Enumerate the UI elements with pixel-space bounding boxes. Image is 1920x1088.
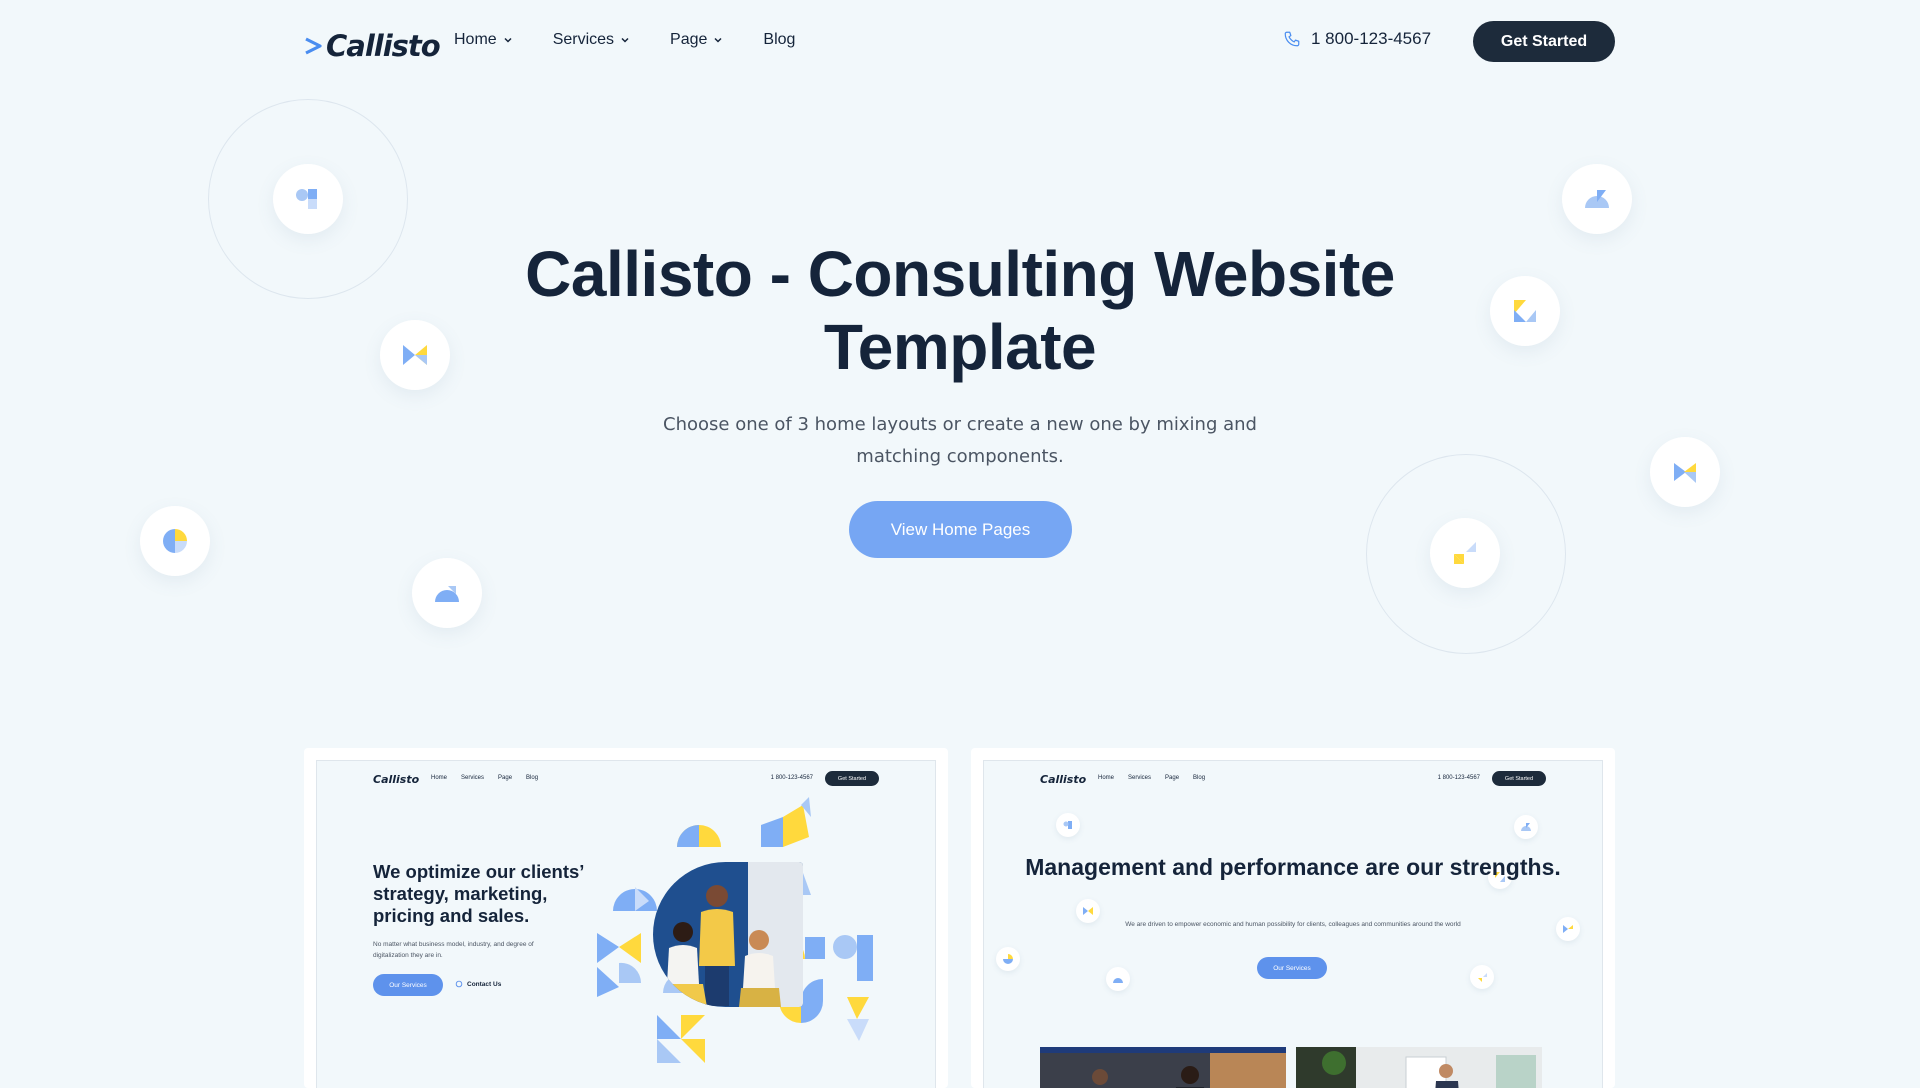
office-photo-left <box>1040 1047 1286 1088</box>
preview-nav: Callisto Home Services Page Blog 1 800-1… <box>317 761 935 797</box>
decorative-shape-bubble <box>1562 164 1632 234</box>
preview-services-button: Our Services <box>1257 957 1327 979</box>
preview-decorative-bubble <box>996 947 1020 971</box>
geometric-shape-icon <box>1521 823 1531 831</box>
preview-menu-item: Home <box>431 775 448 781</box>
preview-menu-item: Blog <box>1193 775 1206 781</box>
geometric-shape-icon <box>435 586 459 602</box>
preview-contact-label: Contact Us <box>467 980 502 988</box>
decorative-shape-bubble <box>380 320 450 390</box>
chevron-down-icon <box>504 37 512 43</box>
menu-item-blog[interactable]: Blog <box>763 31 795 49</box>
geometric-shape-icon <box>1454 542 1476 564</box>
geometric-shape-icon <box>403 345 427 365</box>
decorative-shape-bubble <box>140 506 210 576</box>
preview-decorative-bubble <box>1106 967 1130 991</box>
preview-services-button: Our Services <box>373 974 443 996</box>
chat-icon <box>455 980 463 988</box>
hero-subtitle: Choose one of 3 home layouts or create a… <box>663 414 1257 467</box>
geometric-shape-icon <box>1674 463 1696 483</box>
team-photo <box>653 862 803 1007</box>
preview-decorative-bubble <box>1470 965 1494 989</box>
main-menu: Home Services Page Blog <box>454 31 795 49</box>
geometric-shape-icon <box>163 529 187 553</box>
geometric-shape-icon <box>1585 190 1609 208</box>
preview-logo: Callisto <box>1040 773 1087 786</box>
decorative-shape-bubble <box>412 558 482 628</box>
chevron-down-icon <box>621 37 629 43</box>
preview-decorative-bubble <box>1514 815 1538 839</box>
geometric-shape-icon <box>1478 973 1487 982</box>
decorative-shape-bubble <box>1430 518 1500 588</box>
menu-item-label: Home <box>454 31 497 48</box>
home-layout-preview-1[interactable]: Callisto Home Services Page Blog 1 800-1… <box>304 748 948 1088</box>
preview-menu: Home Services Page Blog <box>431 775 538 781</box>
preview-menu-item: Services <box>1128 775 1152 781</box>
menu-item-label: Page <box>670 31 708 48</box>
preview-text: No matter what business model, industry,… <box>373 941 534 959</box>
decorative-shape-bubble <box>1490 276 1560 346</box>
home-layout-preview-2[interactable]: Callisto Home Services Page Blog 1 800-1… <box>971 748 1615 1088</box>
get-started-button[interactable]: Get Started <box>1473 21 1615 62</box>
chevron-down-icon <box>714 37 722 43</box>
menu-item-page[interactable]: Page <box>670 31 723 49</box>
office-photo-illustration <box>1296 1047 1542 1088</box>
preview-logo: Callisto <box>373 773 420 786</box>
view-home-pages-button[interactable]: View Home Pages <box>849 501 1072 558</box>
preview-cta: Get Started <box>1492 771 1546 786</box>
office-photo-illustration <box>1040 1047 1286 1088</box>
preview-menu-item: Page <box>1165 775 1180 781</box>
preview-title: We optimize our clients’ strategy, marke… <box>373 861 584 926</box>
preview-text: We are driven to empower economic and hu… <box>1125 921 1461 928</box>
preview-menu-item: Page <box>498 775 513 781</box>
preview-decorative-bubble <box>1056 813 1080 837</box>
preview-menu-item: Home <box>1098 775 1115 781</box>
menu-item-label: Blog <box>763 31 796 48</box>
preview-phone: 1 800-123-4567 <box>770 775 813 781</box>
geometric-shape-icon <box>1083 907 1093 915</box>
geometric-shape-icon <box>296 189 317 209</box>
decorative-shape-bubble <box>1650 437 1720 507</box>
preview-screenshot: Callisto Home Services Page Blog 1 800-1… <box>316 760 936 1088</box>
geometric-shape-icon <box>1063 821 1072 829</box>
office-photo-right <box>1296 1047 1542 1088</box>
phone-icon <box>1284 31 1300 47</box>
preview-cta: Get Started <box>825 771 879 786</box>
phone-number: 1 800-123-4567 <box>1311 29 1432 48</box>
hero-title: Callisto - Consulting Website Template <box>525 238 1395 383</box>
menu-item-label: Services <box>552 31 615 48</box>
menu-item-services[interactable]: Services <box>553 31 630 49</box>
preview-menu: Home Services Page Blog <box>1098 775 1205 781</box>
menu-item-home[interactable]: Home <box>454 31 513 49</box>
preview-menu-item: Blog <box>526 775 539 781</box>
geometric-shape-icon <box>1003 954 1013 964</box>
top-navigation: Callisto Home Services Page Blog 1 800-1… <box>0 0 1920 86</box>
logo[interactable]: Callisto <box>304 26 441 66</box>
logo-text: Callisto <box>326 29 441 63</box>
decorative-shape-bubble <box>273 164 343 234</box>
preview-menu-item: Services <box>461 775 485 781</box>
geometric-shape-icon <box>1113 978 1123 983</box>
phone-contact[interactable]: 1 800-123-4567 <box>1283 29 1431 49</box>
team-photo-illustration <box>653 862 803 1007</box>
preview-title: Management and performance are our stren… <box>1025 854 1561 880</box>
preview-screenshot: Callisto Home Services Page Blog 1 800-1… <box>983 760 1603 1088</box>
preview-phone: 1 800-123-4567 <box>1437 775 1480 781</box>
preview-contact-link: Contact Us <box>455 980 501 988</box>
preview-nav: Callisto Home Services Page Blog 1 800-1… <box>984 761 1602 797</box>
geometric-shape-icon <box>1514 300 1536 322</box>
